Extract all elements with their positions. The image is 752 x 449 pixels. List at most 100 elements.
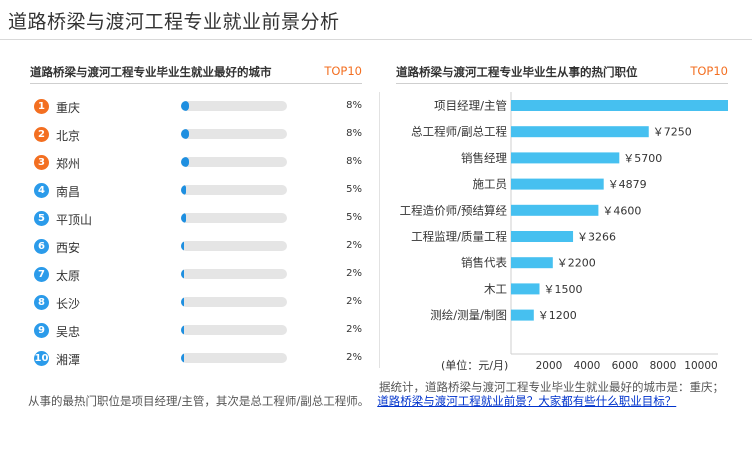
city-row: 5 平顶山 5% (34, 209, 362, 229)
city-row: 10 湘潭 2% (34, 349, 362, 369)
city-row: 8 长沙 2% (34, 293, 362, 313)
city-row: 1 重庆 8% (34, 97, 362, 117)
job-category-label: 工程监理/质量工程 (411, 230, 507, 244)
rank-badge: 1 (34, 99, 49, 114)
x-tick-label: 10000 (684, 360, 717, 372)
city-share-track (181, 157, 287, 167)
city-name: 重庆 (56, 101, 81, 115)
city-panel-top10-badge: TOP10 (324, 64, 362, 78)
rank-badge: 3 (34, 155, 49, 170)
x-axis-label: (单位：元/月) (441, 358, 508, 372)
job-salary-chart: 项目经理/主管￥16000总工程师/副总工程￥7250销售经理￥5700施工员￥… (400, 92, 728, 372)
city-row: 3 郑州 8% (34, 153, 362, 173)
rank-badge: 4 (34, 183, 49, 198)
city-name: 西安 (56, 241, 81, 255)
job-salary-value-label: ￥3266 (577, 231, 616, 244)
city-percent: 2% (346, 268, 362, 279)
city-percent: 2% (346, 240, 362, 251)
city-share-track (181, 269, 287, 279)
job-salary-bar (511, 283, 540, 295)
job-salary-bar (511, 257, 553, 269)
city-share-track (181, 297, 287, 307)
title-divider (0, 39, 752, 40)
city-name: 北京 (56, 129, 81, 143)
city-share-track (181, 129, 287, 139)
city-share-bar (181, 101, 190, 111)
city-name: 郑州 (56, 157, 81, 171)
job-salary-bar (511, 126, 649, 138)
city-share-bar (181, 325, 184, 335)
rank-badge: 5 (34, 211, 49, 226)
city-percent: 8% (346, 156, 362, 167)
x-tick-label: 4000 (574, 360, 601, 372)
city-row: 9 吴忠 2% (34, 321, 362, 341)
city-share-bar (181, 185, 187, 195)
job-salary-bar (511, 178, 604, 190)
city-name: 吴忠 (56, 325, 81, 339)
job-panel-header: 道路桥梁与渡河工程专业毕业生从事的热门职位 TOP10 (396, 60, 728, 84)
city-share-bar (181, 241, 184, 251)
column-divider (379, 92, 380, 368)
city-percent: 2% (346, 324, 362, 335)
job-category-label: 销售经理 (461, 151, 507, 165)
job-category-label: 项目经理/主管 (434, 99, 507, 113)
city-share-bar (181, 353, 184, 363)
job-salary-value-label: ￥1500 (544, 283, 583, 296)
rank-badge: 7 (34, 267, 49, 282)
city-share-bar (181, 297, 184, 307)
job-salary-bar (511, 309, 534, 321)
job-salary-value-label: ￥5700 (623, 152, 662, 165)
job-salary-bar (511, 152, 620, 164)
city-percent: 5% (346, 184, 362, 195)
city-share-bar (181, 269, 184, 279)
job-salary-value-label: ￥1200 (538, 309, 577, 322)
city-share-track (181, 325, 287, 335)
job-panel-top10-badge: TOP10 (690, 64, 728, 78)
job-salary-bar (511, 231, 574, 242)
city-share-bar (181, 213, 187, 223)
city-share-bar (181, 157, 190, 167)
job-category-label: 总工程师/副总工程 (411, 125, 507, 139)
rank-badge: 6 (34, 239, 49, 254)
job-salary-value-label: ￥7250 (653, 126, 692, 139)
city-share-track (181, 101, 287, 111)
job-category-label: 施工员 (473, 177, 508, 191)
city-name: 湘潭 (56, 353, 81, 367)
job-salary-bar (511, 204, 599, 216)
city-panel-title: 道路桥梁与渡河工程专业毕业生就业最好的城市 (30, 65, 272, 79)
city-row: 2 北京 8% (34, 125, 362, 145)
city-percent: 5% (346, 212, 362, 223)
x-tick-label: 8000 (650, 360, 677, 372)
city-row: 7 太原 2% (34, 265, 362, 285)
job-category-label: 木工 (484, 282, 507, 296)
city-percent: 8% (346, 100, 362, 111)
job-category-label: 销售代表 (461, 256, 507, 270)
x-tick-label: 2000 (536, 360, 563, 372)
job-panel-title: 道路桥梁与渡河工程专业毕业生从事的热门职位 (396, 65, 638, 79)
city-share-track (181, 185, 287, 195)
city-name: 太原 (56, 269, 81, 283)
page-title: 道路桥梁与渡河工程专业就业前景分析 (8, 11, 340, 33)
job-category-label: 工程造价师/预结算经 (400, 203, 508, 217)
city-share-track (181, 353, 287, 363)
job-salary-value-label: ￥4600 (602, 204, 641, 217)
rank-badge: 8 (34, 295, 49, 310)
city-share-track (181, 241, 287, 251)
career-goal-link[interactable]: 道路桥梁与渡河工程就业前景？大家都有些什么职业目标？ (377, 394, 676, 408)
job-salary-value-label: ￥2200 (557, 257, 596, 270)
job-category-label: 测绘/测量/制图 (430, 308, 507, 322)
x-tick-label: 6000 (612, 360, 639, 372)
rank-badge: 10 (34, 351, 49, 366)
city-name: 长沙 (56, 297, 81, 311)
rank-badge: 2 (34, 127, 49, 142)
city-share-track (181, 213, 287, 223)
summary-text-block: 据统计，道路桥梁与渡河工程专业毕业生就业最好的城市是：重庆；从事的最热门职位是项… (28, 380, 724, 408)
city-percent: 2% (346, 352, 362, 363)
city-percent: 8% (346, 128, 362, 139)
city-panel-header: 道路桥梁与渡河工程专业毕业生就业最好的城市 TOP10 (30, 60, 362, 84)
rank-badge: 9 (34, 323, 49, 338)
city-row: 4 南昌 5% (34, 181, 362, 201)
city-share-bar (181, 129, 190, 139)
job-salary-value-label: ￥4879 (608, 178, 647, 191)
city-row: 6 西安 2% (34, 237, 362, 257)
